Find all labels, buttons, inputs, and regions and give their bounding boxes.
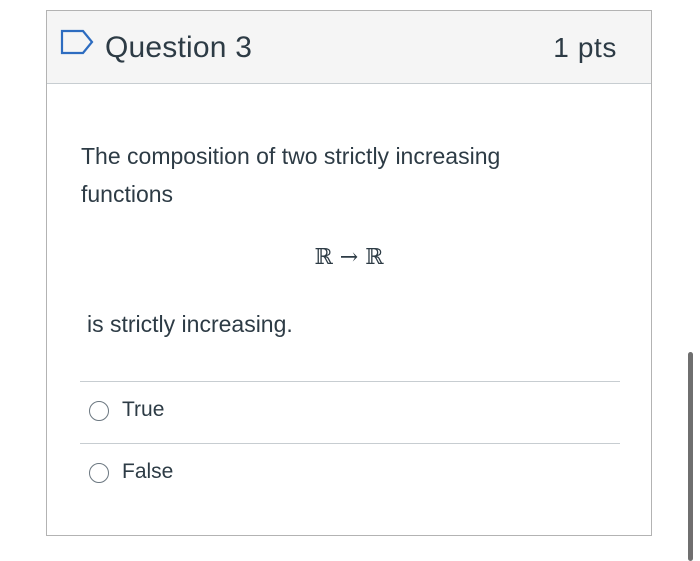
answer-option-false[interactable]: False xyxy=(87,453,607,497)
answer-label-true[interactable]: True xyxy=(122,395,164,425)
answer-label-false[interactable]: False xyxy=(122,457,173,487)
radio-button-false[interactable] xyxy=(89,463,109,483)
answer-divider xyxy=(80,443,620,444)
question-card: Question 3 1 pts The composition of two … xyxy=(46,10,652,536)
question-header: Question 3 1 pts xyxy=(47,11,651,84)
page-scrollbar[interactable] xyxy=(688,352,693,561)
question-text-continued: is strictly increasing. xyxy=(87,311,293,337)
question-points: 1 pts xyxy=(553,32,617,63)
answer-divider xyxy=(80,381,620,382)
question-text: The composition of two strictly increasi… xyxy=(81,143,501,207)
question-title: Question 3 xyxy=(105,31,253,64)
radio-button-true[interactable] xyxy=(89,401,109,421)
math-expression: ℝ → ℝ xyxy=(314,245,384,270)
answer-option-true[interactable]: True xyxy=(87,391,607,435)
flag-question-icon[interactable] xyxy=(59,28,95,56)
